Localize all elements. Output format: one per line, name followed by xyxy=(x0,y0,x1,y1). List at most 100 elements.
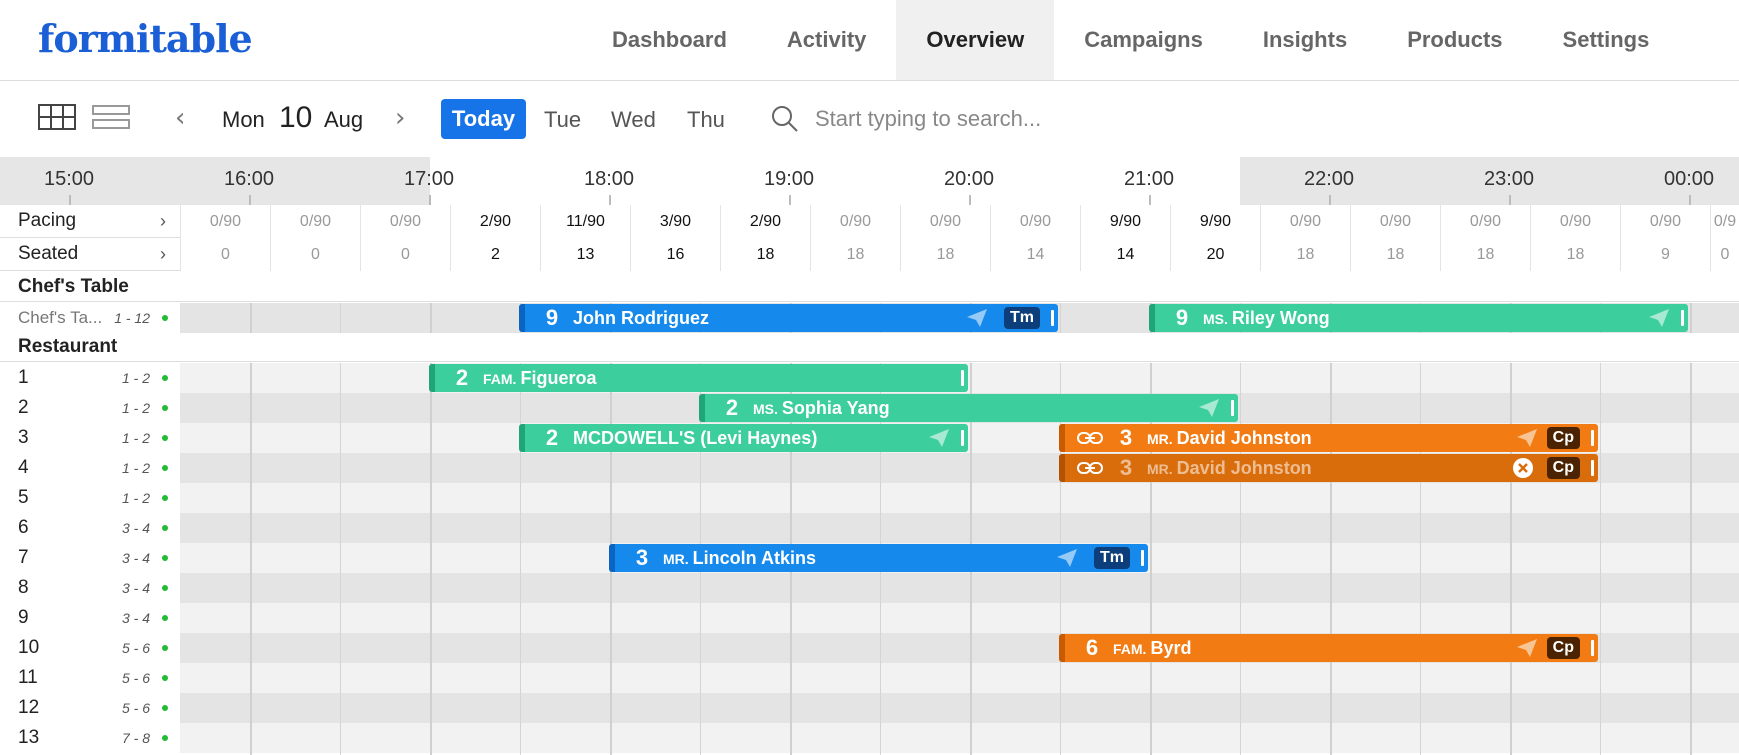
formitable-logo[interactable]: formitable xyxy=(38,16,253,61)
table-name: 10 xyxy=(18,637,40,658)
pacing-row-toggle[interactable]: Pacing › xyxy=(0,205,180,238)
booking-john-rodriguez[interactable]: 9 John Rodriguez Tm xyxy=(519,304,1058,332)
nav-settings[interactable]: Settings xyxy=(1533,0,1680,80)
table-name: 8 xyxy=(18,577,29,598)
table-row[interactable] xyxy=(180,603,1739,633)
resize-handle[interactable] xyxy=(1591,640,1594,656)
table-row[interactable] xyxy=(180,573,1739,603)
table-label-12[interactable]: 12 5 - 6 xyxy=(0,693,180,723)
seated-label: Seated xyxy=(18,243,79,264)
hour-label: 21:00 xyxy=(1123,168,1175,190)
booking-figueroa[interactable]: 2 FAM. Figueroa xyxy=(429,364,968,392)
send-icon xyxy=(1199,399,1219,417)
service-hours-highlight xyxy=(430,157,1240,205)
grid-line xyxy=(1600,363,1601,755)
party-size: 2 xyxy=(455,365,469,390)
search-input[interactable] xyxy=(815,101,1315,137)
seated-cell: 18 xyxy=(1440,238,1530,271)
seated-cell: 0 xyxy=(360,238,450,271)
pacing-cell: 11/90 xyxy=(540,205,630,238)
status-dot xyxy=(162,645,168,651)
table-label-chefs[interactable]: Chef's Ta... 1 - 12 xyxy=(0,303,180,333)
day-button-tue[interactable]: Tue xyxy=(544,107,581,133)
grid-view-icon[interactable] xyxy=(38,104,76,130)
day-button-wed[interactable]: Wed xyxy=(611,107,656,133)
status-dot xyxy=(162,435,168,441)
table-capacity: 5 - 6 xyxy=(121,670,150,686)
send-icon xyxy=(1517,429,1537,447)
booking-sophia-yang[interactable]: 2 MS. Sophia Yang xyxy=(699,394,1238,422)
seated-cell: 18 xyxy=(1350,238,1440,271)
chevron-right-icon: › xyxy=(160,243,166,264)
resize-handle[interactable] xyxy=(961,370,964,386)
table-label-13[interactable]: 13 7 - 8 xyxy=(0,723,180,753)
booking-david-johnston[interactable]: 3 MR. David Johnston Cp xyxy=(1059,424,1598,452)
resize-handle[interactable] xyxy=(1591,460,1594,476)
nav-insights[interactable]: Insights xyxy=(1233,0,1377,80)
seated-cell: 18 xyxy=(720,238,810,271)
table-row[interactable] xyxy=(180,513,1739,543)
booking-riley-wong[interactable]: 9 MS. Riley Wong xyxy=(1149,304,1688,332)
table-label-2[interactable]: 2 1 - 2 xyxy=(0,393,180,423)
resize-handle[interactable] xyxy=(1051,310,1054,326)
hour-tick xyxy=(1149,195,1151,205)
table-label-3[interactable]: 3 1 - 2 xyxy=(0,423,180,453)
nav-overview[interactable]: Overview xyxy=(896,0,1055,80)
booking-david-johnston-linked[interactable]: 3 MR. David Johnston Cp xyxy=(1059,454,1598,482)
table-row[interactable] xyxy=(180,693,1739,723)
grid-line xyxy=(430,363,432,755)
send-icon xyxy=(1649,309,1669,327)
tag-badge: Tm xyxy=(1004,307,1040,329)
table-capacity: 7 - 8 xyxy=(121,730,150,746)
resize-handle[interactable] xyxy=(1681,310,1684,326)
resize-handle[interactable] xyxy=(1591,430,1594,446)
resize-handle[interactable] xyxy=(1141,550,1144,566)
nav-campaigns[interactable]: Campaigns xyxy=(1054,0,1233,80)
status-dot xyxy=(162,375,168,381)
table-row[interactable] xyxy=(180,663,1739,693)
table-capacity: 1 - 2 xyxy=(121,400,150,416)
resize-handle[interactable] xyxy=(1231,400,1234,416)
close-circle-icon[interactable] xyxy=(1512,457,1534,479)
table-label-11[interactable]: 11 5 - 6 xyxy=(0,663,180,693)
grid-line xyxy=(250,363,252,755)
hour-tick xyxy=(1689,195,1691,205)
seated-cell: 2 xyxy=(450,238,540,271)
table-name: 11 xyxy=(18,667,38,688)
table-label-10[interactable]: 10 5 - 6 xyxy=(0,633,180,663)
seated-row-toggle[interactable]: Seated › xyxy=(0,238,180,271)
table-label-4[interactable]: 4 1 - 2 xyxy=(0,453,180,483)
nav-activity[interactable]: Activity xyxy=(757,0,896,80)
link-icon xyxy=(1077,432,1103,444)
table-name: 2 xyxy=(18,397,29,418)
table-label-7[interactable]: 7 3 - 4 xyxy=(0,543,180,573)
table-label-8[interactable]: 8 3 - 4 xyxy=(0,573,180,603)
hour-tick xyxy=(1509,195,1511,205)
list-view-icon[interactable] xyxy=(92,104,130,130)
seated-cell: 0 xyxy=(270,238,360,271)
table-label-6[interactable]: 6 3 - 4 xyxy=(0,513,180,543)
table-capacity: 3 - 4 xyxy=(121,610,150,626)
resize-handle[interactable] xyxy=(961,430,964,446)
nav-dashboard[interactable]: Dashboard xyxy=(582,0,757,80)
table-row[interactable] xyxy=(180,483,1739,513)
status-dot xyxy=(162,705,168,711)
table-label-9[interactable]: 9 3 - 4 xyxy=(0,603,180,633)
table-name: 13 xyxy=(18,727,40,748)
today-button[interactable]: Today xyxy=(441,99,526,139)
table-label-5[interactable]: 5 1 - 2 xyxy=(0,483,180,513)
send-icon xyxy=(929,429,949,447)
guest-name: MR. David Johnston xyxy=(1147,427,1312,448)
booking-lincoln-atkins[interactable]: 3 MR. Lincoln Atkins Tm xyxy=(609,544,1148,572)
section-restaurant: Restaurant xyxy=(0,333,1739,362)
booking-byrd[interactable]: 6 FAM. Byrd Cp xyxy=(1059,634,1598,662)
day-button-thu[interactable]: Thu xyxy=(687,107,725,133)
seated-cell: 0 xyxy=(180,238,270,271)
booking-mcdowells[interactable]: 2 MCDOWELL'S (Levi Haynes) xyxy=(519,424,968,452)
table-capacity: 5 - 6 xyxy=(121,640,150,656)
nav-products[interactable]: Products xyxy=(1377,0,1532,80)
table-row[interactable] xyxy=(180,723,1739,753)
next-day-icon[interactable]: › xyxy=(395,103,405,133)
previous-day-icon[interactable]: ‹ xyxy=(175,103,185,133)
table-label-1[interactable]: 1 1 - 2 xyxy=(0,363,180,393)
